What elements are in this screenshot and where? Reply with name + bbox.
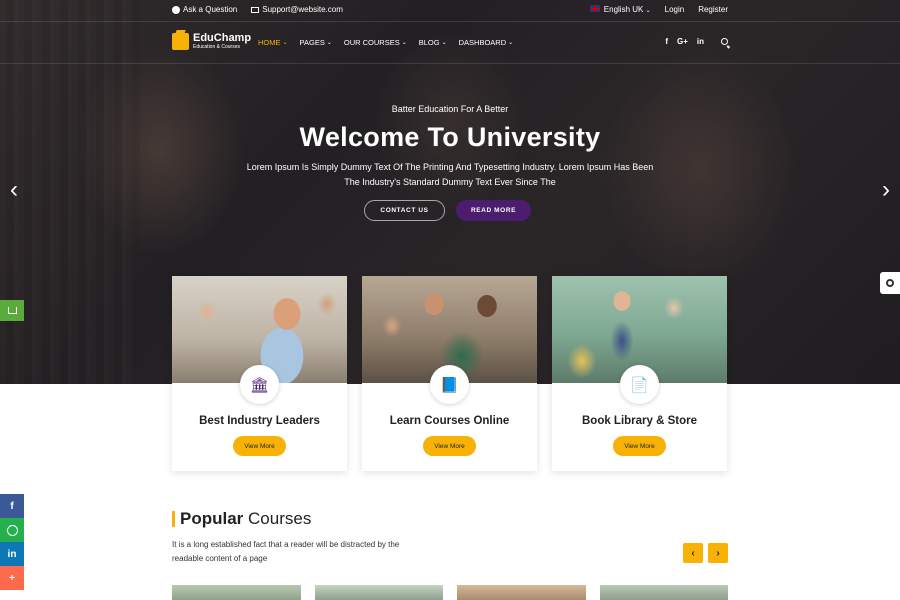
brand-name: EduChamp — [193, 32, 252, 44]
question-icon — [172, 5, 180, 14]
chevron-down-icon: ⌄ — [441, 40, 447, 46]
language-select[interactable]: English UK ⌄ — [589, 5, 651, 14]
nav-item-label: DASHBOARD — [458, 38, 507, 47]
logo-text: EduChamp Education & Courses — [193, 33, 251, 50]
hero-subtitle: Batter Education For A Better — [391, 104, 509, 114]
nav-item-label: OUR COURSES — [343, 38, 400, 47]
nav-item-home[interactable]: HOME ⌄ — [258, 38, 288, 47]
uk-flag-icon — [589, 5, 600, 12]
feature-cards: 🏛 Best Industry Leaders View More 📘 Lear… — [172, 276, 728, 471]
carousel-prev-button[interactable]: ‹ — [683, 543, 703, 563]
nav-item-label: BLOG — [418, 38, 440, 47]
carousel-next-button[interactable]: › — [708, 543, 728, 563]
read-more-button[interactable]: READ MORE — [456, 200, 531, 221]
view-more-button[interactable]: View More — [423, 436, 476, 456]
more-share-icon[interactable]: + — [0, 566, 24, 590]
chevron-down-icon: ⌄ — [326, 40, 332, 46]
course-thumbnail[interactable] — [172, 585, 301, 600]
feature-card-title: Book Library & Store — [581, 415, 698, 427]
main-header: EduChamp Education & Courses HOME ⌄ PAGE… — [0, 22, 900, 64]
settings-button[interactable] — [880, 272, 900, 294]
cart-button[interactable] — [0, 300, 24, 321]
chevron-down-icon: ⌄ — [508, 40, 514, 46]
search-icon[interactable] — [721, 38, 728, 45]
whatsapp-share-icon[interactable] — [0, 518, 24, 542]
mail-icon — [251, 6, 260, 13]
main-nav: HOME ⌄ PAGES ⌄ OUR COURSES ⌄ BLOG ⌄ DASH… — [258, 38, 513, 47]
ask-question-label: Ask a Question — [183, 5, 238, 14]
cart-icon — [7, 307, 17, 314]
nav-item-blog[interactable]: BLOG ⌄ — [419, 38, 447, 47]
brand-tagline: Education & Courses — [193, 44, 240, 50]
language-label: English UK — [603, 5, 644, 14]
course-thumbnail[interactable] — [599, 585, 728, 600]
top-bar-right: English UK ⌄ Login Register — [589, 5, 728, 14]
book-icon: 📘 — [430, 365, 469, 404]
course-thumbnail[interactable] — [314, 585, 443, 600]
feature-card: 🏛 Best Industry Leaders View More — [172, 276, 347, 471]
nav-item-our-courses[interactable]: OUR COURSES ⌄ — [344, 38, 407, 47]
popular-courses-description: It is a long established fact that a rea… — [172, 540, 400, 563]
ask-question-link[interactable]: Ask a Question — [172, 5, 237, 14]
document-icon: 📄 — [620, 365, 659, 404]
chevron-down-icon: ⌄ — [645, 8, 651, 14]
linkedin-icon[interactable]: in — [697, 37, 704, 46]
support-email-link[interactable]: Support@website.com — [251, 5, 343, 14]
feature-card-title: Best Industry Leaders — [199, 415, 320, 427]
heading-rest: Courses — [243, 509, 312, 528]
course-thumbnails — [172, 585, 728, 600]
gear-icon — [886, 279, 894, 287]
course-thumbnail[interactable] — [457, 585, 586, 600]
slider-prev-arrow-icon[interactable]: ‹ — [10, 178, 18, 202]
nav-item-pages[interactable]: PAGES ⌄ — [300, 38, 332, 47]
whatsapp-icon — [6, 524, 18, 536]
hero-description: Lorem Ipsum Is Simply Dummy Text Of The … — [246, 162, 654, 187]
linkedin-share-icon[interactable]: in — [0, 542, 24, 566]
social-share-bar: f in + — [0, 494, 24, 590]
graduation-cap-icon — [172, 33, 189, 50]
top-bar-left: Ask a Question Support@website.com — [172, 5, 343, 14]
facebook-share-icon[interactable]: f — [0, 494, 24, 518]
slider-next-arrow-icon[interactable]: › — [882, 178, 890, 202]
support-email-label: Support@website.com — [262, 5, 343, 14]
google-plus-icon[interactable]: G+ — [677, 37, 688, 46]
top-bar: Ask a Question Support@website.com Engli… — [0, 0, 900, 22]
section-accent-bar — [172, 511, 175, 527]
view-more-button[interactable]: View More — [613, 436, 666, 456]
register-link[interactable]: Register — [698, 5, 728, 14]
feature-card: 📄 Book Library & Store View More — [552, 276, 727, 471]
feature-card-title: Learn Courses Online — [389, 415, 510, 427]
header-social: f G+ in — [665, 37, 728, 46]
chevron-down-icon: ⌄ — [401, 40, 407, 46]
view-more-button[interactable]: View More — [233, 436, 286, 456]
institution-icon: 🏛 — [240, 365, 279, 404]
popular-courses-heading: Popular Courses — [180, 509, 311, 529]
contact-us-button[interactable]: CONTACT US — [364, 200, 445, 221]
login-link[interactable]: Login — [665, 5, 685, 14]
feature-card: 📘 Learn Courses Online View More — [362, 276, 537, 471]
nav-item-label: HOME — [258, 38, 281, 47]
logo[interactable]: EduChamp Education & Courses — [172, 33, 251, 50]
facebook-icon[interactable]: f — [665, 37, 668, 46]
chevron-down-icon: ⌄ — [282, 40, 288, 46]
nav-item-dashboard[interactable]: DASHBOARD ⌄ — [459, 38, 514, 47]
hero-title: Welcome To University — [299, 122, 601, 152]
heading-bold: Popular — [180, 509, 244, 528]
nav-item-label: PAGES — [299, 38, 325, 47]
